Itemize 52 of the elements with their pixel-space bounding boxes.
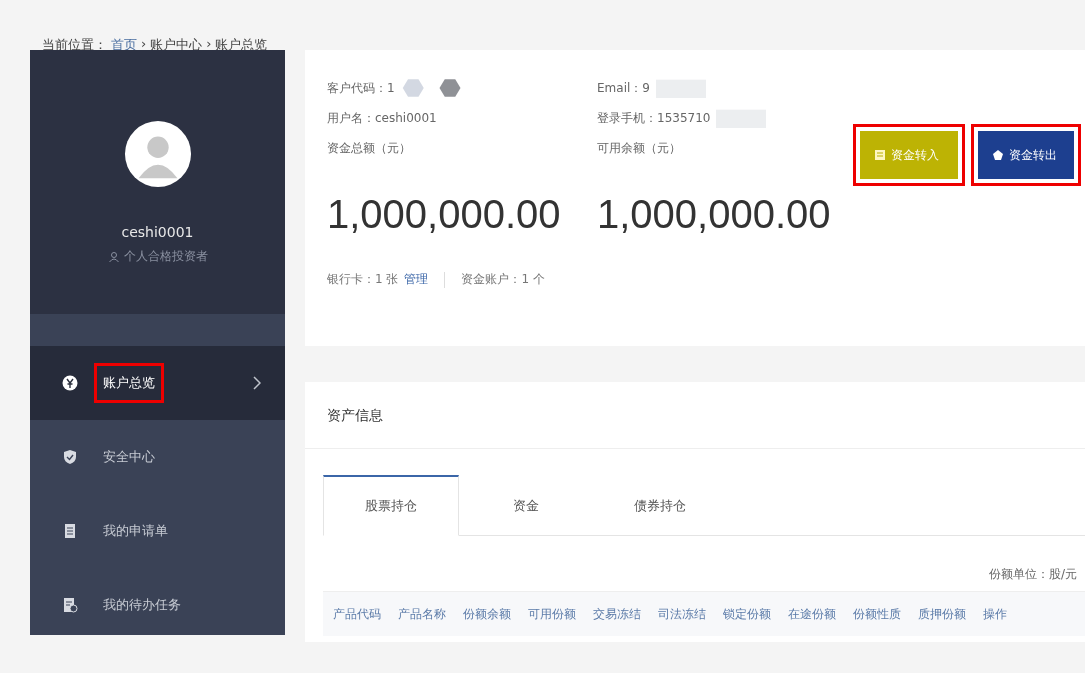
breadcrumb-item: › xyxy=(206,36,212,50)
nav-item[interactable]: 安全中心 xyxy=(30,420,285,494)
account-field: 可用余额（元） xyxy=(597,139,681,157)
fund-account-count: 资金账户：1 个 xyxy=(461,271,545,288)
breadcrumb-item[interactable]: 首页 xyxy=(111,36,137,50)
chevron-icon xyxy=(253,376,261,390)
tab[interactable]: 债券持仓 xyxy=(593,475,727,535)
bank-card-count: 银行卡：1 张 xyxy=(327,271,399,288)
column-header: 份额余额 xyxy=(463,605,511,623)
column-header: 在途份额 xyxy=(788,605,836,623)
nav-label: 我的申请单 xyxy=(102,522,169,540)
column-header: 产品代码 xyxy=(333,605,381,623)
manage-link[interactable]: 管理 xyxy=(404,271,429,288)
tab[interactable]: 股票持仓 xyxy=(323,475,459,536)
column-header: 司法冻结 xyxy=(658,605,706,623)
account-field: 客户代码：1 xyxy=(327,79,395,97)
tab[interactable]: 资金 xyxy=(459,475,593,535)
column-header: 质押份额 xyxy=(918,605,966,623)
nav-label: 安全中心 xyxy=(102,448,156,466)
account-field: 登录手机：1535710 xyxy=(597,109,711,127)
yuan-icon xyxy=(62,375,78,391)
shield-icon xyxy=(62,449,78,465)
account-field: 资金总额（元） xyxy=(327,139,411,157)
column-header: 锁定份额 xyxy=(723,605,771,623)
breadcrumb-item: › xyxy=(141,36,147,50)
pentagon-icon xyxy=(992,149,1004,161)
account-field: 用户名：ceshi0001 xyxy=(327,109,437,127)
column-header: 份额性质 xyxy=(853,605,901,623)
user-role: 个人合格投资者 xyxy=(123,248,208,265)
avatar-icon xyxy=(123,120,192,188)
nav-item[interactable]: 账户总览 xyxy=(30,346,285,420)
withdraw-button[interactable]: 资金转出 xyxy=(978,131,1074,179)
document-icon xyxy=(874,149,886,161)
nav-item[interactable]: 我的待办任务 xyxy=(30,568,285,642)
person-icon xyxy=(107,250,120,263)
section-title: 资产信息 xyxy=(305,382,1085,449)
breadcrumb-item: 账户中心 xyxy=(150,36,203,50)
username: ceshi0001 xyxy=(121,224,194,240)
unit-label: 份额单位：股/元 xyxy=(987,566,1077,583)
column-header: 操作 xyxy=(983,605,1007,623)
amount-value: 1,000,000.00 xyxy=(597,192,832,237)
breadcrumb-item: 当前位置： xyxy=(42,36,107,50)
nav-item[interactable]: 我的申请单 xyxy=(30,494,285,568)
amount-value: 1,000,000.00 xyxy=(327,192,562,237)
nav-label: 账户总览 xyxy=(94,363,164,403)
document-icon xyxy=(62,523,78,539)
column-header: 可用份额 xyxy=(528,605,576,623)
account-field: Email：9 xyxy=(597,79,650,97)
column-header: 产品名称 xyxy=(398,605,446,623)
nav-label: 我的待办任务 xyxy=(102,596,182,614)
column-header: 交易冻结 xyxy=(593,605,641,623)
task-icon xyxy=(62,597,78,613)
